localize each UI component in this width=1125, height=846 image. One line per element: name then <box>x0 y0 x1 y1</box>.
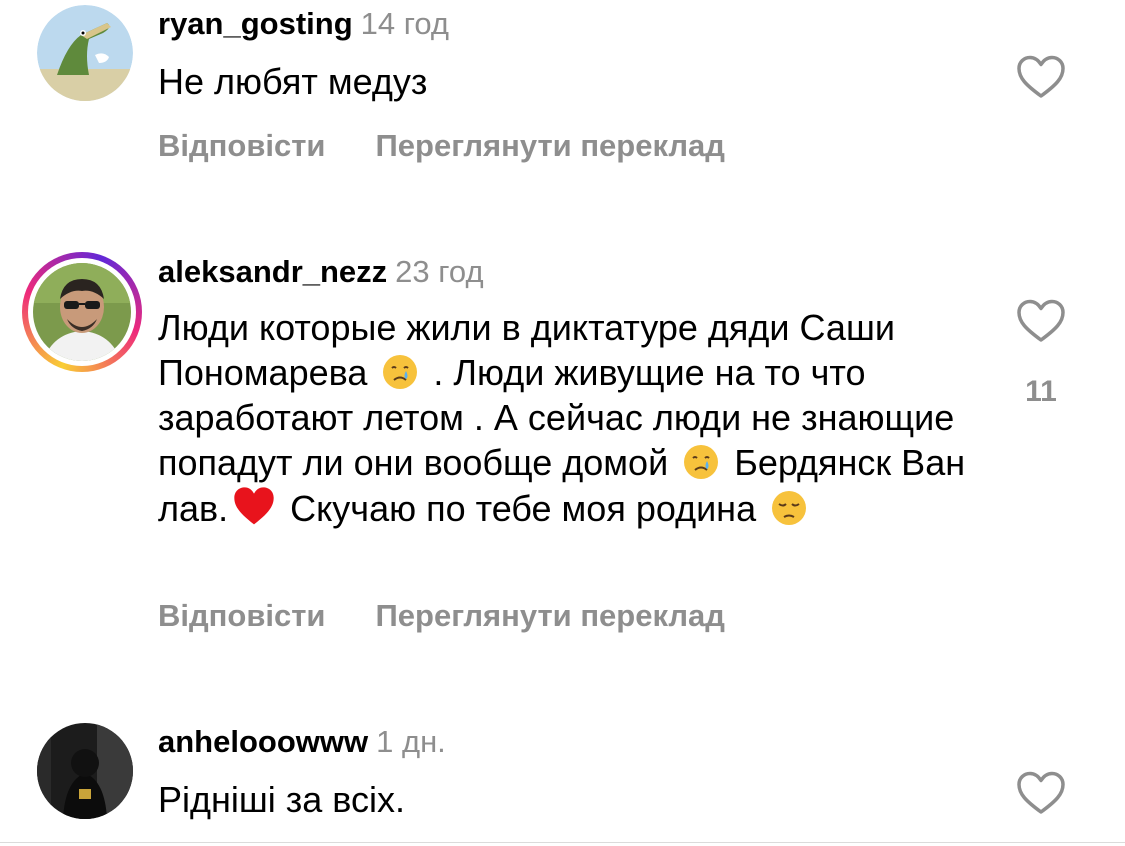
comment-text-part: Скучаю по тебе моя родина <box>280 488 767 529</box>
man-sunglasses-avatar-icon <box>33 263 131 361</box>
comment-text: Не любят медуз <box>158 61 428 102</box>
crocodile-avatar-icon <box>37 5 133 101</box>
heart-icon[interactable] <box>1016 298 1066 344</box>
heart-icon[interactable] <box>1016 770 1066 816</box>
comment-header: ryan_gosting 14 год <box>158 6 449 42</box>
like-count: 11 <box>1025 375 1057 408</box>
comment-time: 1 дн. <box>376 724 446 759</box>
comment-text: Рідніші за всіх. <box>158 779 406 820</box>
avatar-story-ring[interactable] <box>22 252 142 372</box>
username[interactable]: ryan_gosting <box>158 6 353 41</box>
red-heart-icon <box>234 487 274 525</box>
avatar-ring-gap <box>28 258 136 366</box>
avatar[interactable] <box>37 5 133 101</box>
comment-header: aleksandr_nezz 23 год <box>158 254 484 290</box>
comment-header: anhelooowww 1 дн. <box>158 724 446 760</box>
reply-button[interactable]: Відповісти <box>158 598 326 633</box>
username[interactable]: aleksandr_nezz <box>158 254 387 289</box>
crying-face-icon <box>383 355 418 389</box>
comment-text: Люди которые жили в диктатуре дяди Саши … <box>158 305 978 531</box>
dark-hoodie-avatar-icon <box>37 723 133 819</box>
divider <box>0 842 1125 843</box>
see-translation-button[interactable]: Переглянути переклад <box>376 128 725 163</box>
pensive-face-icon <box>772 491 807 525</box>
comment-time: 23 год <box>395 254 484 289</box>
username[interactable]: anhelooowww <box>158 724 368 759</box>
avatar[interactable] <box>37 723 133 819</box>
see-translation-button[interactable]: Переглянути переклад <box>376 598 725 633</box>
comment-actions: Відповісти Переглянути переклад <box>158 598 725 634</box>
crying-face-icon <box>684 445 719 479</box>
comment-time: 14 год <box>360 6 450 41</box>
heart-icon[interactable] <box>1016 54 1066 100</box>
reply-button[interactable]: Відповісти <box>158 128 326 163</box>
comment-actions: Відповісти Переглянути переклад <box>158 128 725 164</box>
